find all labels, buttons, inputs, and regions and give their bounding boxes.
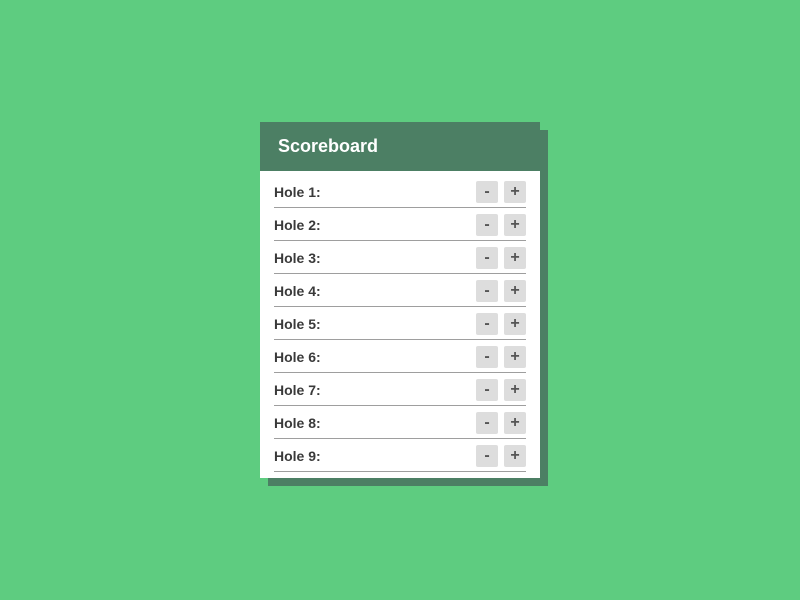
score-row: Hole 2: -+	[274, 208, 526, 241]
decrement-button[interactable]: -	[476, 445, 498, 467]
score-stepper: -+	[476, 280, 526, 302]
hole-label: Hole 7:	[274, 382, 321, 398]
score-row: Hole 3: -+	[274, 241, 526, 274]
hole-label: Hole 3:	[274, 250, 321, 266]
decrement-button[interactable]: -	[476, 412, 498, 434]
decrement-button[interactable]: -	[476, 247, 498, 269]
score-stepper: -+	[476, 214, 526, 236]
score-stepper: -+	[476, 412, 526, 434]
score-row: Hole 6: -+	[274, 340, 526, 373]
score-row: Hole 9: -+	[274, 439, 526, 472]
hole-label: Hole 4:	[274, 283, 321, 299]
score-stepper: -+	[476, 346, 526, 368]
score-rows: Hole 1:-+Hole 2:-+Hole 3:-+Hole 4:-+Hole…	[260, 171, 540, 478]
score-stepper: -+	[476, 181, 526, 203]
decrement-button[interactable]: -	[476, 181, 498, 203]
hole-label: Hole 8:	[274, 415, 321, 431]
score-stepper: -+	[476, 379, 526, 401]
increment-button[interactable]: +	[504, 379, 526, 401]
score-row: Hole 5: -+	[274, 307, 526, 340]
card: Scoreboard Hole 1:-+Hole 2:-+Hole 3:-+Ho…	[260, 122, 540, 478]
increment-button[interactable]: +	[504, 445, 526, 467]
decrement-button[interactable]: -	[476, 280, 498, 302]
decrement-button[interactable]: -	[476, 346, 498, 368]
increment-button[interactable]: +	[504, 313, 526, 335]
increment-button[interactable]: +	[504, 181, 526, 203]
hole-label: Hole 1:	[274, 184, 321, 200]
score-stepper: -+	[476, 247, 526, 269]
increment-button[interactable]: +	[504, 412, 526, 434]
score-stepper: -+	[476, 445, 526, 467]
score-stepper: -+	[476, 313, 526, 335]
score-row: Hole 7: -+	[274, 373, 526, 406]
decrement-button[interactable]: -	[476, 214, 498, 236]
hole-label: Hole 6:	[274, 349, 321, 365]
score-row: Hole 8: -+	[274, 406, 526, 439]
increment-button[interactable]: +	[504, 214, 526, 236]
increment-button[interactable]: +	[504, 280, 526, 302]
score-row: Hole 1: -+	[274, 175, 526, 208]
scoreboard-card: Scoreboard Hole 1:-+Hole 2:-+Hole 3:-+Ho…	[260, 122, 540, 478]
page-title: Scoreboard	[260, 122, 540, 171]
hole-label: Hole 9:	[274, 448, 321, 464]
hole-label: Hole 5:	[274, 316, 321, 332]
decrement-button[interactable]: -	[476, 313, 498, 335]
increment-button[interactable]: +	[504, 247, 526, 269]
score-row: Hole 4: -+	[274, 274, 526, 307]
hole-label: Hole 2:	[274, 217, 321, 233]
decrement-button[interactable]: -	[476, 379, 498, 401]
increment-button[interactable]: +	[504, 346, 526, 368]
